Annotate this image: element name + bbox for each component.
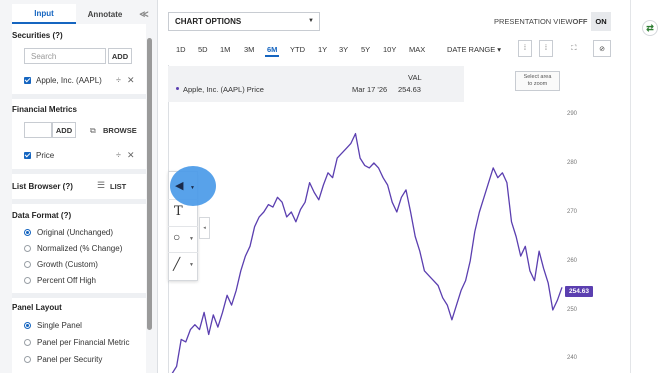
radio-original[interactable] bbox=[24, 229, 31, 236]
add-metric-button[interactable]: ADD bbox=[52, 122, 76, 138]
section-divider bbox=[12, 169, 146, 174]
range-1y[interactable]: 1Y bbox=[318, 45, 327, 54]
range-max[interactable]: MAX bbox=[409, 45, 425, 54]
range-ytd[interactable]: YTD bbox=[290, 45, 305, 54]
panel-tabs: Input Annotate ≪ bbox=[12, 4, 154, 24]
circle-icon[interactable]: ○ bbox=[173, 230, 180, 244]
legend-date: Mar 17 '26 bbox=[352, 85, 388, 94]
hide-icon[interactable]: ⊘ bbox=[593, 40, 611, 57]
chart-area[interactable] bbox=[168, 65, 630, 373]
add-security-button[interactable]: ADD bbox=[108, 48, 132, 64]
chevron-down-icon: ▼ bbox=[190, 185, 195, 191]
y-tick-label: 270 bbox=[567, 209, 578, 215]
tab-input[interactable]: Input bbox=[12, 4, 76, 24]
security-search-input[interactable]: Search bbox=[24, 48, 106, 64]
chevron-down-icon: ▾ bbox=[497, 45, 502, 54]
right-gutter bbox=[630, 0, 670, 373]
panel-layout-title: Panel Layout bbox=[12, 303, 62, 312]
panel-layout-option[interactable]: Panel per Security bbox=[37, 355, 102, 364]
fullscreen-icon[interactable]: ⛶ bbox=[567, 40, 581, 57]
chart-options-dropdown[interactable]: CHART OPTIONS ▼ bbox=[168, 12, 320, 31]
range-5y[interactable]: 5Y bbox=[361, 45, 370, 54]
metric-input[interactable] bbox=[24, 122, 52, 138]
move-icon[interactable]: ÷ bbox=[116, 76, 121, 85]
legend-bar bbox=[168, 66, 464, 102]
section-divider bbox=[12, 94, 146, 99]
y-tick-label: 290 bbox=[567, 111, 578, 117]
range-5d[interactable]: 5D bbox=[198, 45, 208, 54]
last-value-tag: 254.63 bbox=[565, 286, 593, 297]
financial-metrics-title: Financial Metrics bbox=[12, 105, 77, 114]
panel-layout-option[interactable]: Panel per Financial Metric bbox=[37, 338, 129, 347]
presentation-view-label: PRESENTATION VIEW bbox=[494, 17, 573, 26]
data-format-option[interactable]: Original (Unchanged) bbox=[37, 228, 113, 237]
radio-percent-off-high[interactable] bbox=[24, 277, 31, 284]
radio-single-panel[interactable] bbox=[24, 322, 31, 329]
app-root: Input Annotate ≪ Securities (?) Search A… bbox=[0, 0, 670, 373]
list-icon: ☰ bbox=[97, 180, 106, 190]
security-checkbox[interactable] bbox=[24, 77, 31, 84]
remove-security-icon[interactable]: ✕ bbox=[127, 76, 135, 85]
browse-button[interactable]: BROWSE bbox=[103, 126, 137, 135]
move-icon[interactable]: ÷ bbox=[116, 151, 121, 160]
panel-scrollbar[interactable] bbox=[147, 38, 152, 330]
legend-series-name: Apple, Inc. (AAPL) Price bbox=[183, 85, 264, 94]
zoom-hint-line: to zoom bbox=[527, 81, 548, 87]
presentation-on-toggle[interactable]: ON bbox=[591, 12, 611, 31]
range-3y[interactable]: 3Y bbox=[339, 45, 348, 54]
section-divider bbox=[12, 293, 146, 298]
tool-divider bbox=[168, 226, 198, 227]
securities-title: Securities (?) bbox=[12, 31, 63, 40]
range-3m[interactable]: 3M bbox=[244, 45, 254, 54]
chevron-down-icon: ▼ bbox=[189, 236, 194, 242]
section-divider bbox=[12, 199, 146, 204]
data-format-option[interactable]: Growth (Custom) bbox=[37, 260, 98, 269]
metric-checkbox[interactable] bbox=[24, 152, 31, 159]
radio-panel-per-metric[interactable] bbox=[24, 339, 31, 346]
right-divider bbox=[630, 0, 631, 373]
list-browser-title: List Browser (?) bbox=[12, 182, 73, 191]
security-label: Apple, Inc. (AAPL) bbox=[36, 76, 102, 85]
y-tick-label: 240 bbox=[567, 355, 578, 361]
radio-normalized[interactable] bbox=[24, 245, 31, 252]
date-range-dropdown[interactable]: DATE RANGE ▾ bbox=[447, 45, 501, 54]
panel-layout-option[interactable]: Single Panel bbox=[37, 321, 82, 330]
tool-divider bbox=[168, 252, 198, 253]
y-tick-label: 250 bbox=[567, 307, 578, 313]
presentation-off-toggle[interactable]: OFF bbox=[570, 12, 590, 31]
data-format-option[interactable]: Percent Off High bbox=[37, 276, 96, 285]
chevron-down-icon: ▼ bbox=[308, 18, 314, 24]
legend-value-header: VAL bbox=[408, 73, 422, 82]
legend-value: 254.63 bbox=[398, 85, 421, 94]
data-format-title: Data Format (?) bbox=[12, 211, 72, 220]
browse-icon: ⧉ bbox=[90, 126, 96, 135]
refresh-icon[interactable]: ⇄ bbox=[642, 20, 658, 36]
date-range-label: DATE RANGE bbox=[447, 45, 496, 54]
text-icon[interactable]: T bbox=[174, 204, 183, 219]
range-10y[interactable]: 10Y bbox=[383, 45, 396, 54]
step-back-icon[interactable]: ⁞ bbox=[518, 40, 532, 57]
line-icon[interactable]: ╱ bbox=[173, 257, 180, 271]
radio-panel-per-security[interactable] bbox=[24, 356, 31, 363]
remove-metric-icon[interactable]: ✕ bbox=[127, 151, 135, 160]
y-tick-label: 260 bbox=[567, 258, 578, 264]
range-1m[interactable]: 1M bbox=[220, 45, 230, 54]
zoom-hint-line: Select area bbox=[523, 74, 552, 80]
tab-annotate[interactable]: Annotate bbox=[76, 4, 134, 24]
chart-options-label: CHART OPTIONS bbox=[175, 17, 242, 26]
range-6m[interactable]: 6M bbox=[264, 45, 280, 57]
range-1d[interactable]: 1D bbox=[176, 45, 186, 54]
step-forward-icon[interactable]: ⁞ bbox=[539, 40, 553, 57]
list-button[interactable]: LIST bbox=[110, 182, 126, 191]
data-format-option[interactable]: Normalized (% Change) bbox=[37, 244, 122, 253]
radio-growth[interactable] bbox=[24, 261, 31, 268]
series-dot-icon bbox=[176, 87, 179, 90]
tool-flyout-icon[interactable]: ◂ bbox=[199, 217, 210, 239]
zoom-hint: Select area to zoom bbox=[515, 71, 560, 91]
y-tick-label: 280 bbox=[567, 160, 578, 166]
metric-label: Price bbox=[36, 151, 55, 160]
pointer-icon: ◀ bbox=[175, 180, 184, 192]
chevron-down-icon: ▼ bbox=[189, 262, 194, 268]
collapse-panel-icon[interactable]: ≪ bbox=[134, 4, 154, 24]
